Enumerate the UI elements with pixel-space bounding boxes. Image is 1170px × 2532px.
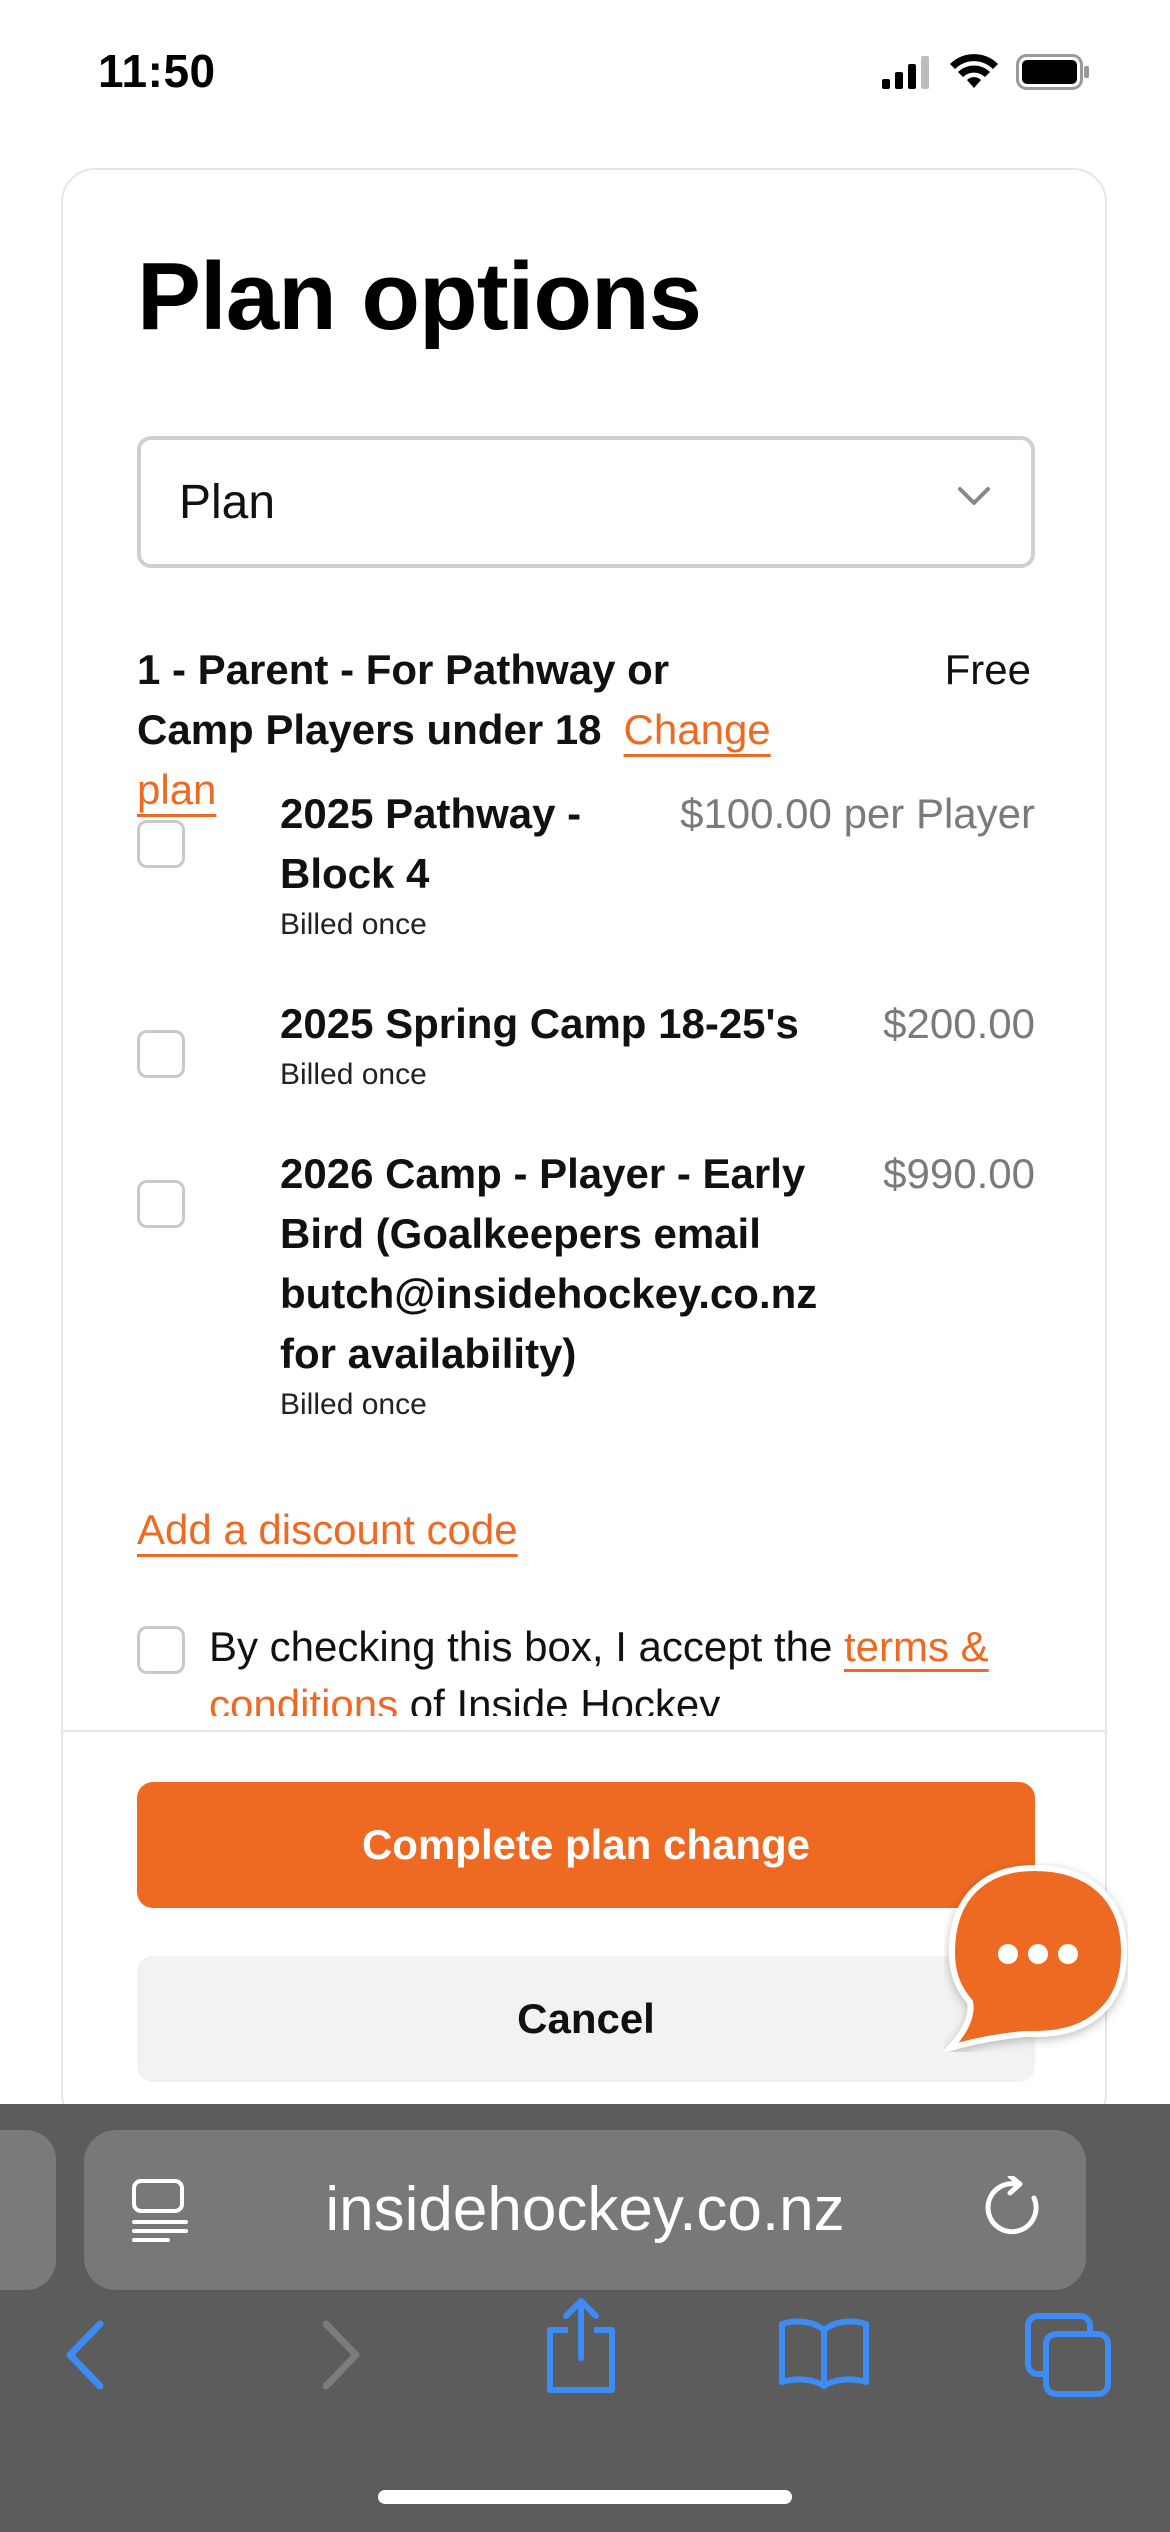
plan-option-checkbox[interactable]	[137, 820, 185, 868]
url-text: insidehockey.co.nz	[325, 2175, 845, 2244]
terms-text: By checking this box, I accept the terms…	[209, 1618, 1035, 1716]
terms-suffix: of Inside Hockey	[398, 1681, 721, 1716]
cancel-button[interactable]: Cancel	[137, 1956, 1035, 2082]
terms-prefix: By checking this box, I accept the	[209, 1623, 845, 1670]
plan-select-value: Plan	[179, 475, 276, 529]
plan-option-checkbox[interactable]	[137, 1180, 185, 1228]
plan-option-price: $990.00	[883, 1150, 1035, 1197]
plan-option-checkbox[interactable]	[137, 1030, 185, 1078]
plan-option-name: 2026 Camp - Player - Early Bird (Goalkee…	[280, 1150, 818, 1377]
plan-option-name: 2025 Spring Camp 18-25's	[280, 1000, 799, 1047]
plan-select[interactable]: Plan	[137, 436, 1035, 568]
plan-option: 2025 Spring Camp 18-25's Billed once $20…	[137, 994, 1035, 1091]
plan-option-price: $200.00	[883, 1000, 1035, 1047]
plan-option-name: 2025 Pathway - Block 4	[280, 790, 582, 897]
battery-icon	[1016, 54, 1089, 90]
address-bar[interactable]: insidehockey.co.nz	[84, 2130, 1086, 2290]
back-icon[interactable]	[62, 2320, 108, 2390]
tabs-icon[interactable]	[1024, 2312, 1112, 2398]
add-discount-code-link[interactable]: Add a discount code	[137, 1506, 518, 1554]
chat-icon[interactable]	[944, 1862, 1128, 2052]
share-icon[interactable]	[544, 2296, 618, 2396]
plan-option: 2026 Camp - Player - Early Bird (Goalkee…	[137, 1144, 1035, 1421]
page-title: Plan options	[137, 243, 702, 350]
status-time: 11:50	[98, 45, 216, 97]
forward-icon[interactable]	[318, 2320, 364, 2390]
plan-option-billing: Billed once	[280, 908, 427, 941]
reload-icon[interactable]	[984, 2176, 1048, 2240]
previous-tab-preview[interactable]	[0, 2130, 56, 2290]
cellular-signal-icon	[882, 56, 929, 89]
plan-option-billing: Billed once	[280, 1058, 427, 1091]
terms-row: By checking this box, I accept the terms…	[137, 1618, 1035, 1716]
current-plan-name: 1 - Parent - For Pathway or Camp Players…	[137, 646, 670, 753]
browser-nav-row	[0, 2296, 1170, 2416]
plan-option-price: $100.00 per Player	[680, 790, 1035, 837]
plan-option: 2025 Pathway - Block 4 Billed once $100.…	[137, 784, 1035, 941]
current-plan-price: Free	[944, 646, 1031, 693]
plan-option-billing: Billed once	[280, 1388, 427, 1421]
terms-checkbox[interactable]	[137, 1626, 185, 1674]
home-indicator	[378, 2490, 792, 2504]
wifi-icon	[950, 54, 998, 88]
divider	[63, 1730, 1105, 1732]
complete-plan-change-button[interactable]: Complete plan change	[137, 1782, 1035, 1908]
status-bar: 11:50	[0, 0, 1170, 150]
chevron-down-icon	[958, 487, 990, 505]
plan-options-card: Plan options Plan 1 - Parent - For Pathw…	[61, 168, 1107, 2128]
bookmarks-icon[interactable]	[778, 2316, 870, 2390]
status-icons	[882, 54, 1090, 90]
